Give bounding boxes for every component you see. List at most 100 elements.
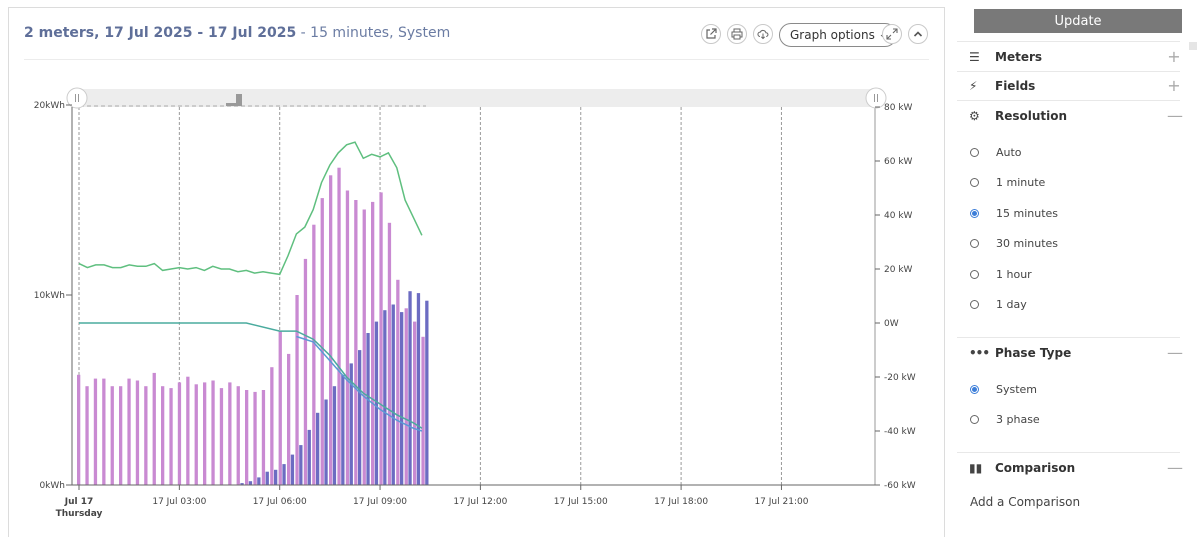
bar-energy-consumption <box>337 167 341 485</box>
resolution-collapse-icon[interactable]: — <box>1167 108 1183 124</box>
bar-energy-consumption <box>404 308 408 485</box>
x-tick-sublabel: Thursday <box>56 509 103 519</box>
phase-option-label: 3 phase <box>996 412 1040 426</box>
bar-energy-consumption <box>253 391 257 485</box>
comparison-section-header[interactable]: ▮▮ Comparison <box>969 459 1075 477</box>
meters-expand-icon[interactable]: + <box>1167 49 1181 65</box>
bar-energy-consumption <box>186 376 190 485</box>
sidebar: Update ☰ Meters + ⚡ Fields + ⚙ Resolutio… <box>957 0 1200 529</box>
list-icon: ☰ <box>969 50 980 64</box>
radio-button[interactable] <box>970 269 979 279</box>
bar-energy-consumption <box>211 380 215 485</box>
bar-energy-consumption <box>119 386 123 485</box>
phase-type-section-header[interactable]: ••• Phase Type <box>969 344 1071 362</box>
radio-button[interactable] <box>970 414 979 424</box>
bar-energy-consumption <box>152 372 156 485</box>
bar-energy-consumption <box>278 331 282 485</box>
chart-grid <box>78 107 876 485</box>
bar-energy-generation <box>248 481 253 485</box>
navigator-track[interactable] <box>78 89 876 107</box>
resolution-option-1-day[interactable]: 1 day <box>970 297 1027 311</box>
resolution-option-label: Auto <box>996 145 1022 159</box>
bar-energy-consumption <box>236 386 240 485</box>
bar-energy-consumption <box>270 367 274 485</box>
bar-energy-consumption <box>387 222 392 486</box>
bar-energy-consumption <box>144 386 148 485</box>
energy-chart: Jul 17 Thursday 17 Jul 03:00 17 Jul 06:00 17… <box>34 87 916 519</box>
bar-energy-consumption <box>421 336 425 485</box>
fields-section-header[interactable]: ⚡ Fields <box>969 77 1035 95</box>
bar-energy-generation <box>391 304 395 485</box>
x-tick-label: 17 Jul 12:00 <box>453 497 507 507</box>
section-divider <box>957 100 1180 101</box>
bar-energy-generation <box>274 469 278 485</box>
y-right-tick-label: 0W <box>884 319 899 329</box>
bar-energy-consumption <box>379 192 383 485</box>
resolution-option-1-minute[interactable]: 1 minute <box>970 175 1045 189</box>
bar-energy-consumption <box>345 190 350 485</box>
chart-axes: Jul 17 Thursday 17 Jul 03:00 17 Jul 06:00 17… <box>34 101 916 519</box>
bar-energy-generation <box>358 350 362 485</box>
radio-button[interactable] <box>970 299 979 309</box>
bar-energy-consumption <box>161 386 165 485</box>
resolution-option-label: 1 hour <box>996 267 1032 281</box>
radio-button[interactable] <box>970 238 979 248</box>
resolution-option-label: 1 minute <box>996 175 1046 189</box>
add-comparison-link[interactable]: Add a Comparison <box>970 495 1080 509</box>
bar-energy-generation <box>383 310 387 485</box>
radio-button-selected[interactable] <box>970 208 979 218</box>
y-left-tick-label: 10kWh <box>34 291 65 301</box>
fields-label: Fields <box>995 79 1036 93</box>
radio-button[interactable] <box>970 177 979 187</box>
navigator-right-handle[interactable] <box>865 87 887 109</box>
resolution-label: Resolution <box>995 109 1068 123</box>
bar-energy-consumption <box>295 295 299 485</box>
phase-option-label: System <box>996 382 1038 396</box>
bar-energy-generation <box>400 312 404 485</box>
navigator-scroll-thumb[interactable] <box>236 94 242 106</box>
resolution-option-15-minutes[interactable]: 15 minutes <box>970 206 1058 220</box>
resolution-option-30-minutes[interactable]: 30 minutes <box>970 236 1058 250</box>
x-tick-label: 17 Jul 15:00 <box>554 497 608 507</box>
bar-energy-generation <box>366 333 370 485</box>
fields-expand-icon[interactable]: + <box>1167 78 1181 94</box>
bar-energy-generation <box>374 321 379 485</box>
resolution-option-auto[interactable]: Auto <box>970 145 1022 159</box>
bar-energy-generation <box>332 386 337 485</box>
power-line-green <box>78 141 423 276</box>
bar-energy-generation <box>408 291 412 485</box>
update-button[interactable]: Update <box>974 9 1182 33</box>
phase-option-system[interactable]: System <box>970 382 1037 396</box>
section-divider <box>957 337 1180 338</box>
bar-energy-consumption <box>413 321 417 485</box>
sidebar-scrollbar[interactable] <box>1189 42 1197 50</box>
x-tick-label: Jul 17 <box>64 497 94 507</box>
resolution-option-label: 1 day <box>996 297 1027 311</box>
phase-option-3-phase[interactable]: 3 phase <box>970 412 1040 426</box>
bar-energy-consumption <box>312 224 316 485</box>
meters-label: Meters <box>995 50 1043 64</box>
bar-energy-consumption <box>329 175 333 486</box>
radio-button[interactable] <box>970 147 979 157</box>
range-navigator[interactable] <box>66 87 887 109</box>
bar-series-layer <box>77 167 429 486</box>
comparison-collapse-icon[interactable]: — <box>1167 460 1183 476</box>
bar-energy-consumption <box>110 386 114 485</box>
x-tick-label: 17 Jul 06:00 <box>253 497 307 507</box>
phase-type-label: Phase Type <box>995 346 1072 360</box>
bar-energy-consumption <box>354 200 358 485</box>
y-left-tick-label: 20kWh <box>34 101 65 111</box>
bar-energy-consumption <box>93 378 98 485</box>
resolution-option-1-hour[interactable]: 1 hour <box>970 267 1032 281</box>
phase-type-collapse-icon[interactable]: — <box>1167 345 1183 361</box>
bar-energy-generation <box>282 464 286 485</box>
resolution-section-header[interactable]: ⚙ Resolution <box>969 107 1067 125</box>
bar-energy-consumption <box>261 390 266 485</box>
bar-energy-consumption <box>194 384 198 485</box>
radio-button-selected[interactable] <box>970 384 979 394</box>
meters-section-header[interactable]: ☰ Meters <box>969 48 1042 66</box>
y-right-tick-label: -60 kW <box>884 481 916 491</box>
y-right-tick-label: 60 kW <box>884 157 913 167</box>
bar-energy-consumption <box>362 209 366 485</box>
bar-energy-consumption <box>177 382 182 485</box>
